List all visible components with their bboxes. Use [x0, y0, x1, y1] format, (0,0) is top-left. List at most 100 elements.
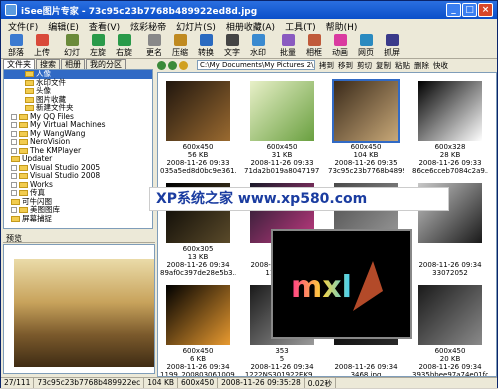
status-field: 600x450	[178, 378, 219, 388]
text-icon	[225, 34, 239, 46]
thumbnail-date: 2008-11-26 09:33	[250, 159, 314, 167]
thumbnail-image	[332, 79, 400, 143]
thumbnail-name: 89af0c397de28e5b3...	[160, 269, 236, 277]
menu-item[interactable]: 帮助(H)	[321, 19, 363, 33]
compress-button[interactable]: 压缩	[167, 33, 193, 58]
sidebar-tab[interactable]: 文件夹	[3, 59, 35, 69]
menu-item[interactable]: 幻灯片(S)	[171, 19, 221, 33]
tree-node[interactable]: My WangWang	[4, 129, 152, 139]
rotate-left-button[interactable]: 左旋	[85, 33, 111, 58]
thumbnail-item[interactable]: 600x450 20 KB 2008-11-26 09:34 3935bbee97a7…	[412, 279, 488, 376]
rename-button[interactable]: 更名	[141, 33, 167, 58]
expand-icon[interactable]	[11, 207, 17, 214]
file-action-button[interactable]: 复制	[376, 60, 391, 71]
thumbnail-dims: 600x450	[182, 143, 214, 151]
toolbar-label: 动画	[332, 48, 348, 57]
frame-button[interactable]: 相框	[301, 33, 327, 58]
address-bar: C:\My Documents\My Pictures 2\人像 拷到 移到 剪切复…	[157, 59, 497, 71]
close-button[interactable]: ×	[478, 3, 493, 17]
forward-icon[interactable]	[168, 60, 177, 70]
file-action-button[interactable]: 快收	[433, 60, 448, 71]
file-action-button[interactable]: 删除	[414, 60, 429, 71]
folder-icon	[25, 71, 34, 78]
thumbnail-name: 71da2b019a8047197...	[244, 167, 320, 175]
tree-node[interactable]: 头像	[4, 86, 152, 96]
thumbnail-dims: 600x450	[350, 143, 382, 151]
thumbnail-name: 33072052	[432, 269, 468, 277]
thumbnail-dims: 600x450	[182, 347, 214, 355]
status-field: 2008-11-26 09:35:28	[218, 378, 305, 388]
menu-item[interactable]: 编辑(E)	[43, 19, 84, 33]
thumbnail-dims: 600x328	[434, 143, 466, 151]
expand-icon[interactable]	[11, 139, 17, 146]
menu-item[interactable]: 文件(F)	[3, 19, 43, 33]
thumbnail-date: 2008-11-26 09:34	[166, 261, 230, 269]
tree-node[interactable]: 可牛闪图	[4, 197, 152, 207]
thumbnail-item[interactable]: 600x450 104 KB 2008-11-26 09:35 73c95c23b77…	[328, 75, 404, 177]
file-action-button[interactable]: 移到	[338, 60, 353, 71]
up-folder-icon[interactable]	[179, 60, 188, 70]
address-input[interactable]: C:\My Documents\My Pictures 2\人像	[197, 60, 315, 70]
menu-item[interactable]: 工具(T)	[280, 19, 321, 33]
animation-button[interactable]: 动画	[327, 33, 353, 58]
expand-icon[interactable]	[11, 181, 17, 188]
expand-icon[interactable]	[11, 173, 17, 180]
batch-button[interactable]: 批量	[275, 33, 301, 58]
expand-icon[interactable]	[11, 164, 17, 171]
frame-icon	[307, 34, 321, 46]
thumbnail-size: 13 KB	[187, 253, 209, 261]
thumbnail-item[interactable]: 600x450 56 KB 2008-11-26 09:33 035a5ed8d0bc…	[160, 75, 236, 177]
expand-icon[interactable]	[11, 147, 17, 154]
batch-icon	[281, 34, 295, 46]
status-field: 73c95c23b7768b489922ec	[34, 378, 145, 388]
tree-node[interactable]: 新建文件夹	[4, 103, 152, 113]
file-action-button[interactable]: 剪切	[357, 60, 372, 71]
toolbar-label: 批量	[280, 48, 296, 57]
thumbnail-dims: 600x450	[266, 143, 298, 151]
tree-node[interactable]: 水印文件	[4, 78, 152, 88]
file-action-button[interactable]: 拷到	[319, 60, 334, 71]
webpage-button[interactable]: 网页	[353, 33, 379, 58]
slideshow-button[interactable]: 幻灯	[59, 33, 85, 58]
menu-item[interactable]: 查看(V)	[84, 19, 125, 33]
file-actions: 拷到 移到 剪切 复制 粘贴 删除 快收	[315, 60, 497, 71]
rename-icon	[147, 34, 161, 46]
thumbnail-size: 28 KB	[439, 151, 461, 159]
tribe-button[interactable]: 部落	[3, 33, 29, 58]
convert-button[interactable]: 转换	[193, 33, 219, 58]
expand-icon[interactable]	[11, 113, 17, 120]
tree-node[interactable]: Visual Studio 2008	[4, 171, 152, 181]
expand-icon[interactable]	[11, 130, 17, 137]
watermark-icon	[251, 34, 265, 46]
tree-node[interactable]: 图片收藏	[4, 95, 152, 105]
expand-icon[interactable]	[11, 122, 17, 129]
thumbnail-image	[418, 285, 482, 345]
upload-button[interactable]: 上传	[29, 33, 55, 58]
menu-item[interactable]: 炫彩秘帝	[125, 19, 171, 33]
capture-icon	[385, 34, 399, 46]
status-bar: 27/111 73c95c23b7768b489922ec 104 KB 600x45…	[1, 377, 497, 388]
sidebar-tab[interactable]: 相册	[61, 59, 85, 69]
sidebar-tab[interactable]: 搜索	[36, 59, 60, 69]
tree-node[interactable]: Works	[4, 180, 152, 190]
tree-node[interactable]: 人像	[4, 70, 152, 79]
capture-button[interactable]: 抓屏	[379, 33, 405, 58]
maximize-button[interactable]: □	[462, 3, 477, 17]
thumbnail-item[interactable]: 600x450 6 KB 2008-11-26 09:34 1199_20080306…	[160, 279, 236, 376]
thumbnail-size: 56 KB	[187, 151, 209, 159]
minimize-button[interactable]: _	[446, 3, 461, 17]
preview-image	[14, 259, 154, 367]
watermark-button[interactable]: 水印	[245, 33, 271, 58]
menu-item[interactable]: 相册收藏(A)	[221, 19, 280, 33]
thumbnail-item[interactable]: 600x450 31 KB 2008-11-26 09:33 71da2b019a80…	[244, 75, 320, 177]
expand-icon[interactable]	[11, 190, 17, 197]
folder-icon	[11, 215, 20, 222]
sidebar-tab[interactable]: 我的分区	[86, 59, 126, 69]
thumbnail-item[interactable]: 600x328 28 KB 2008-11-26 09:33 86ce6cceb708…	[412, 75, 488, 177]
folder-icon	[25, 105, 34, 112]
file-action-button[interactable]: 粘贴	[395, 60, 410, 71]
text-button[interactable]: 文字	[219, 33, 245, 58]
rotate-right-button[interactable]: 右旋	[111, 33, 137, 58]
tree-node[interactable]: 屏幕捕捉	[4, 214, 152, 224]
back-icon[interactable]	[157, 60, 166, 70]
